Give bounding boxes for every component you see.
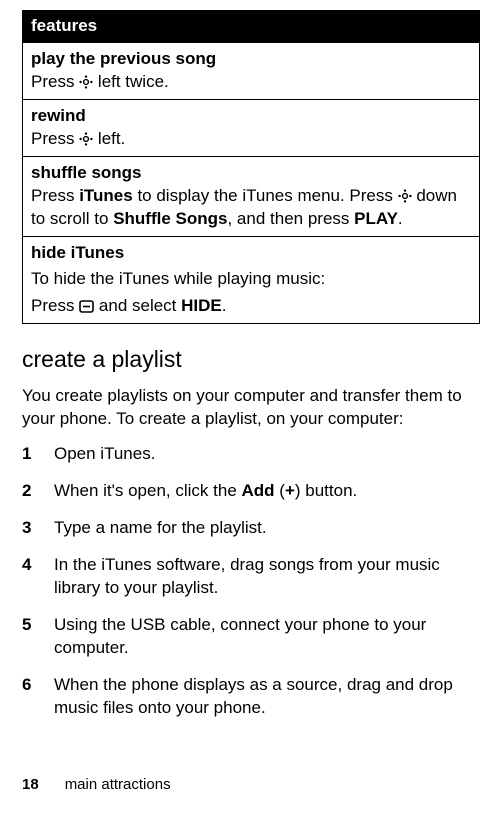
page-number: 18 — [22, 776, 39, 793]
page-footer: 18 main attractions — [22, 776, 171, 793]
nav-key-icon — [79, 75, 93, 89]
list-item: Using the USB cable, connect your phone … — [22, 614, 480, 660]
nav-key-icon — [79, 132, 93, 146]
table-header: features — [23, 11, 480, 43]
features-table: features play the previous song Press le… — [22, 10, 480, 324]
table-row: play the previous song Press left twice. — [23, 42, 480, 99]
row-body: Press iTunes to display the iTunes menu.… — [31, 185, 471, 231]
row-intro: To hide the iTunes while playing music: — [31, 268, 471, 291]
row-title: rewind — [31, 105, 471, 128]
table-header-row: features — [23, 11, 480, 43]
list-item: Type a name for the playlist. — [22, 517, 480, 540]
nav-key-icon — [398, 189, 412, 203]
table-row: rewind Press left. — [23, 99, 480, 156]
intro-paragraph: You create playlists on your computer an… — [22, 385, 480, 431]
menu-key-icon — [79, 300, 94, 313]
list-item: In the iTunes software, drag songs from … — [22, 554, 480, 600]
row-body: Press left. — [31, 128, 471, 151]
section-heading: create a playlist — [22, 346, 480, 373]
table-row: shuffle songs Press iTunes to display th… — [23, 156, 480, 236]
row-title: shuffle songs — [31, 162, 471, 185]
list-item: When it's open, click the Add (+) button… — [22, 480, 480, 503]
row-body: Press and select HIDE. — [31, 295, 471, 318]
row-body: Press left twice. — [31, 71, 471, 94]
footer-section: main attractions — [65, 776, 171, 793]
row-title: hide iTunes — [31, 242, 471, 265]
table-row: hide iTunes To hide the iTunes while pla… — [23, 236, 480, 324]
list-item: Open iTunes. — [22, 443, 480, 466]
row-title: play the previous song — [31, 48, 471, 71]
steps-list: Open iTunes. When it's open, click the A… — [22, 443, 480, 719]
list-item: When the phone displays as a source, dra… — [22, 674, 480, 720]
